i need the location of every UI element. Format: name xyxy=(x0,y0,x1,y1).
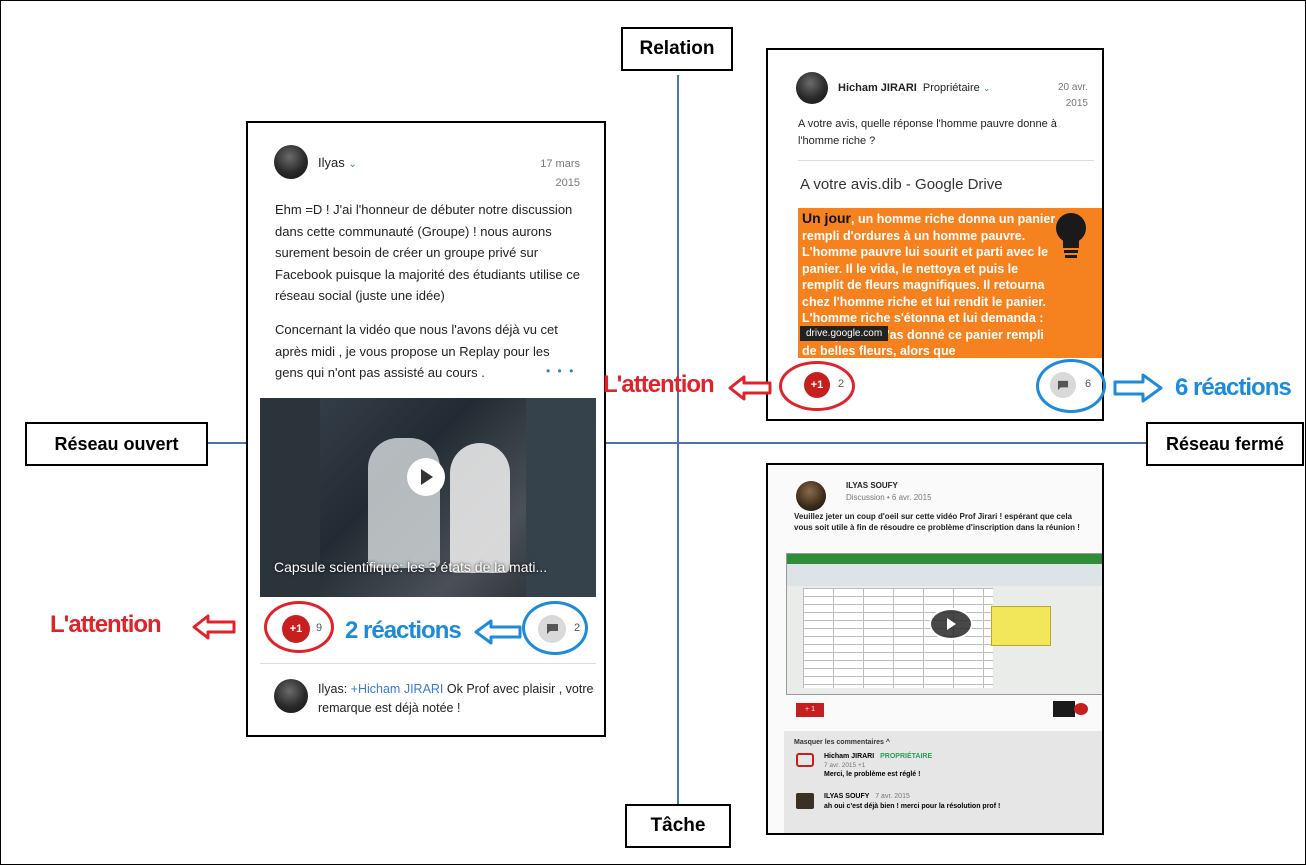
share-icon[interactable] xyxy=(1053,701,1075,717)
comment-text: Ilyas: +Hicham JIRARI Ok Prof avec plais… xyxy=(318,682,594,715)
sticky-note xyxy=(991,606,1051,646)
spreadsheet-grid xyxy=(803,588,993,688)
more-icon[interactable]: • • • xyxy=(546,364,575,378)
post-card-closed-task: ILYAS SOUFY Discussion • 6 avr. 2015 Veu… xyxy=(766,463,1104,835)
attention-highlight-left xyxy=(264,601,334,653)
chevron-down-icon: ⌄ xyxy=(982,83,991,93)
video-thumbnail[interactable]: Capsule scientifique: les 3 états de la … xyxy=(260,398,596,597)
post-text: Ehm =D ! J'ai l'honneur de débuter notre… xyxy=(275,202,580,303)
arrow-left-red-icon xyxy=(192,614,236,640)
axis-label-reseau-ferme: Réseau fermé xyxy=(1146,422,1304,466)
comment-text: ah oui c'est déjà bien ! merci pour la r… xyxy=(824,803,1001,810)
reactions-label-left: 2 réactions xyxy=(345,617,462,644)
post-text: Veuillez jeter un coup d'oeil sur cette … xyxy=(794,512,1080,532)
toolbar xyxy=(787,564,1102,586)
window-titlebar xyxy=(787,554,1102,564)
comment-author: Hicham JIRARI PROPRIÉTAIRE xyxy=(824,753,933,760)
avatar xyxy=(796,793,814,809)
avatar xyxy=(796,481,826,511)
comment-text: Merci, le problème est réglé ! xyxy=(824,771,921,778)
mention-link[interactable]: +Hicham JIRARI xyxy=(351,682,444,696)
reactions-highlight-left xyxy=(522,601,588,655)
lightbulb-icon xyxy=(1056,213,1086,258)
post-text: A votre avis, quelle réponse l'homme pau… xyxy=(798,118,1057,147)
avatar xyxy=(274,145,308,179)
axis-label-tache: Tâche xyxy=(625,804,731,848)
reactions-highlight-right xyxy=(1036,359,1106,413)
video-caption: Capsule scientifique: les 3 états de la … xyxy=(274,559,548,575)
attention-label-right: L'attention xyxy=(603,371,715,398)
avatar xyxy=(796,72,828,104)
video-thumbnail[interactable] xyxy=(786,553,1102,695)
avatar xyxy=(796,753,814,767)
avatar-small xyxy=(1074,703,1088,715)
post-author[interactable]: Hicham JIRARI Propriétaire ⌄ xyxy=(838,82,990,94)
chevron-down-icon: ⌄ xyxy=(348,159,357,170)
post-text-2: Concernant la vidéo que nous l'avons déj… xyxy=(275,322,558,380)
play-icon[interactable] xyxy=(929,608,973,640)
reactions-label-right: 6 réactions xyxy=(1175,374,1292,401)
axis-label-reseau-ouvert: Réseau ouvert xyxy=(25,422,208,466)
link-preview[interactable]: Un jour, un homme riche donna un panier … xyxy=(798,208,1102,358)
divider xyxy=(260,663,596,664)
avatar xyxy=(274,679,308,713)
comment-date: 7 avr. 2015 +1 xyxy=(824,762,866,769)
domain-badge: drive.google.com xyxy=(800,326,889,341)
arrow-right-blue-icon xyxy=(1113,373,1163,403)
lab-figure xyxy=(450,443,510,573)
attention-label-left: L'attention xyxy=(50,611,162,638)
arrow-left-blue-icon xyxy=(474,619,522,645)
post-author[interactable]: Ilyas ⌄ xyxy=(318,155,357,170)
comment-author: ILYAS SOUFY 7 avr. 2015 xyxy=(824,793,910,800)
play-icon[interactable] xyxy=(407,458,445,496)
post-subline: Discussion • 6 avr. 2015 xyxy=(846,493,932,502)
axis-label-relation: Relation xyxy=(621,27,733,71)
vertical-axis xyxy=(677,75,679,810)
post-date: 17 mars 2015 xyxy=(540,158,580,189)
divider xyxy=(798,160,1094,161)
attention-highlight-right xyxy=(779,361,855,411)
comments-section: Masquer les commentaires ^ Hicham JIRARI… xyxy=(784,731,1102,833)
hide-comments-link[interactable]: Masquer les commentaires ^ xyxy=(794,739,890,746)
link-title[interactable]: A votre avis.dib - Google Drive xyxy=(800,176,1003,193)
post-date: 20 avr. 2015 xyxy=(1057,82,1088,109)
plus-one-button[interactable]: + 1 xyxy=(796,703,824,717)
arrow-left-red-icon xyxy=(728,375,772,401)
post-author[interactable]: ILYAS SOUFY xyxy=(846,481,898,490)
